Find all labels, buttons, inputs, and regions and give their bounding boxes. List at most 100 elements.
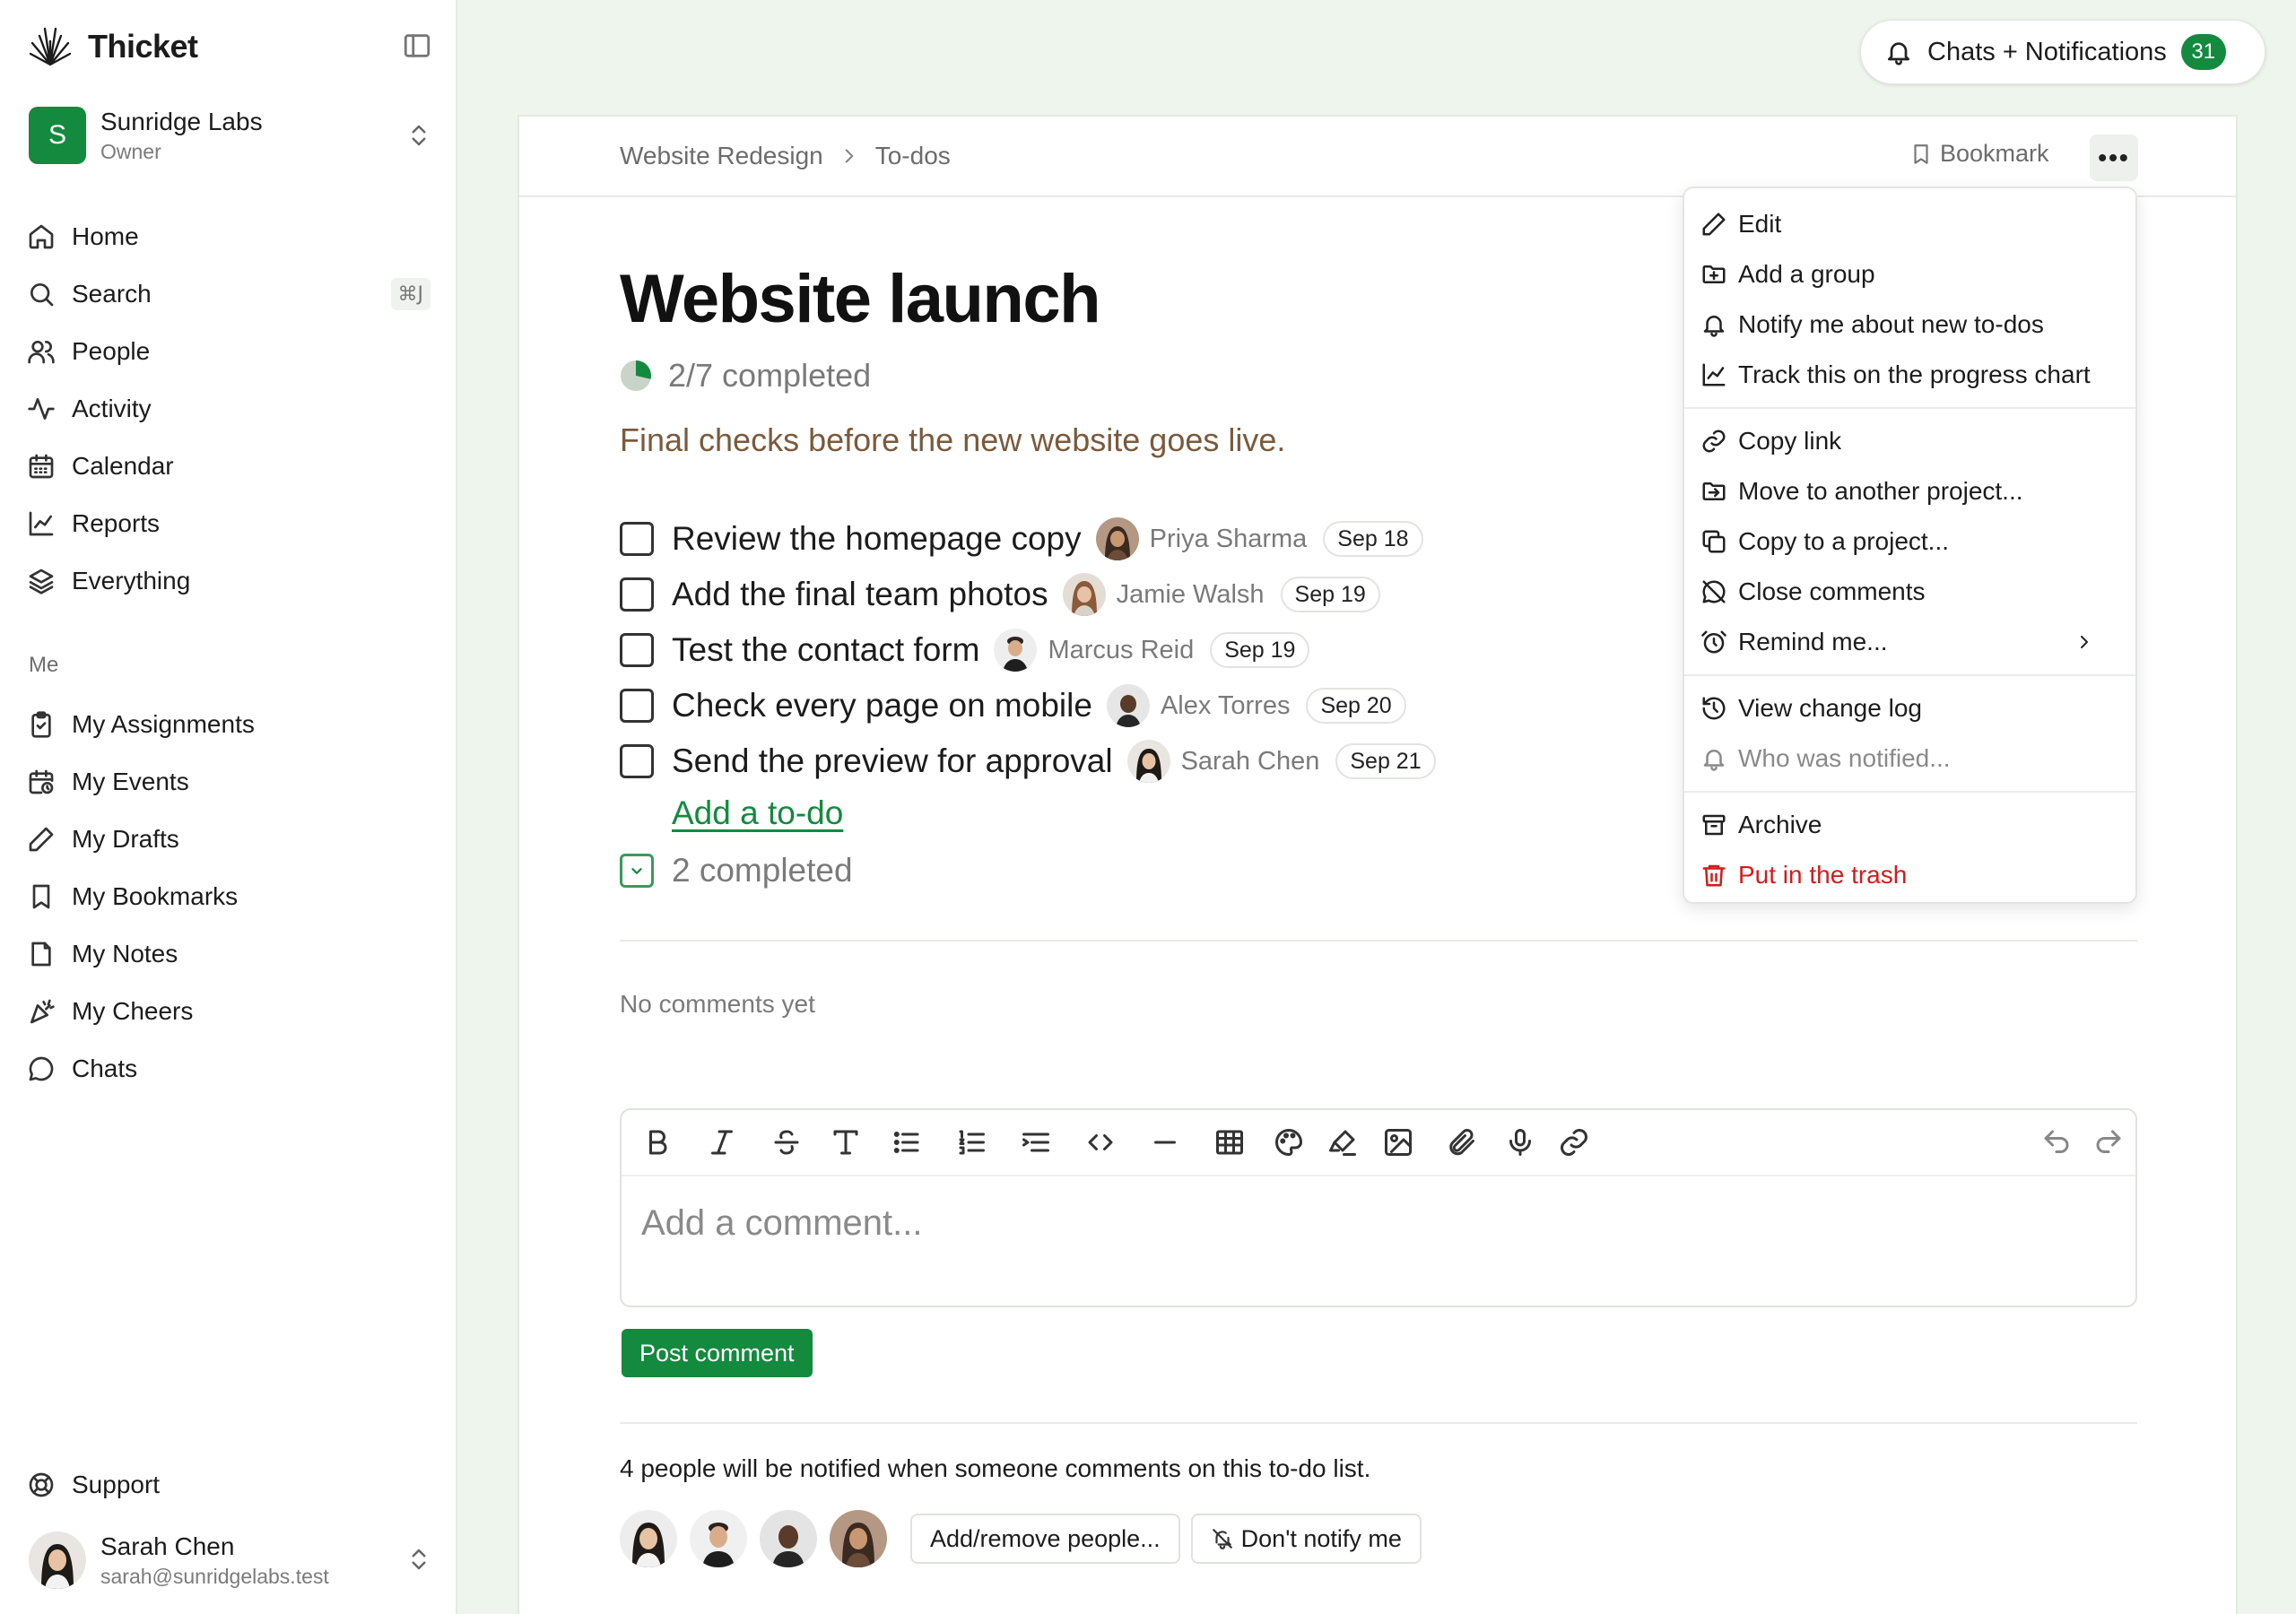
heading-icon[interactable] (830, 1126, 862, 1158)
menu-item-track-progress[interactable]: Track this on the progress chart (1700, 351, 2122, 398)
assignee-name[interactable]: Alex Torres (1161, 691, 1291, 721)
nav-item-activity[interactable]: Activity (27, 380, 430, 438)
numbered-list-icon[interactable] (955, 1126, 987, 1158)
paperclip-icon[interactable] (1445, 1126, 1477, 1158)
nav-item-people[interactable]: People (27, 323, 430, 380)
sidebar-toggle-icon[interactable] (402, 30, 432, 61)
breadcrumb-project-link[interactable]: Website Redesign (620, 142, 823, 170)
menu-item-change-log[interactable]: View change log (1700, 685, 2122, 732)
nav-item-my-assignments[interactable]: My Assignments (27, 696, 430, 753)
menu-label: Put in the trash (1738, 861, 1908, 889)
user-menu[interactable]: Sarah Chen sarah@sunridgelabs.test (29, 1524, 432, 1596)
org-switcher[interactable]: S Sunridge Labs Owner (29, 106, 432, 165)
nav-item-my-notes[interactable]: My Notes (27, 925, 430, 983)
due-date-badge[interactable]: Sep 20 (1306, 688, 1406, 724)
avatar (760, 1510, 817, 1567)
menu-label: Who was notified... (1738, 744, 1951, 772)
bullet-list-icon[interactable] (891, 1126, 923, 1158)
palette-icon[interactable] (1273, 1126, 1305, 1158)
due-date-badge[interactable]: Sep 19 (1210, 632, 1310, 668)
nav-item-my-drafts[interactable]: My Drafts (27, 811, 430, 868)
todo-text[interactable]: Check every page on mobile (672, 687, 1092, 725)
nav-label: Search (72, 280, 152, 308)
redo-icon[interactable] (2092, 1126, 2125, 1158)
todo-text[interactable]: Review the homepage copy (672, 520, 1082, 558)
highlighter-icon[interactable] (1326, 1126, 1359, 1158)
code-icon[interactable] (1084, 1126, 1117, 1158)
indent-icon[interactable] (1020, 1126, 1052, 1158)
comment-input[interactable]: Add a comment... (641, 1203, 922, 1244)
menu-item-move-project[interactable]: Move to another project... (1700, 468, 2122, 515)
chevron-up-down-icon (405, 120, 432, 151)
todo-text[interactable]: Test the contact form (672, 631, 979, 669)
nav-item-support[interactable]: Support (27, 1456, 160, 1514)
menu-item-who-notified[interactable]: Who was notified... (1700, 735, 2122, 782)
breadcrumb-section-link[interactable]: To-dos (875, 142, 951, 170)
menu-item-notify-new-todos[interactable]: Notify me about new to-dos (1700, 301, 2122, 348)
progress-text: 2/7 completed (668, 357, 872, 394)
menu-label: Notify me about new to-dos (1738, 310, 2044, 338)
menu-item-edit[interactable]: Edit (1700, 201, 2122, 247)
todo-checkbox[interactable] (620, 577, 654, 612)
post-comment-button[interactable]: Post comment (622, 1329, 813, 1377)
due-date-badge[interactable]: Sep 18 (1323, 521, 1423, 557)
nav-item-my-events[interactable]: My Events (27, 753, 430, 811)
link-icon[interactable] (1558, 1126, 1590, 1158)
image-icon[interactable] (1382, 1126, 1414, 1158)
bold-icon[interactable] (641, 1126, 674, 1158)
todo-checkbox[interactable] (620, 689, 654, 723)
chats-notifications-button[interactable]: Chats + Notifications 31 (1860, 20, 2266, 84)
add-remove-people-button[interactable]: Add/remove people... (910, 1514, 1180, 1564)
add-todo-link[interactable]: Add a to-do (672, 794, 843, 832)
menu-item-trash[interactable]: Put in the trash (1700, 852, 2122, 898)
nav-item-chats[interactable]: Chats (27, 1040, 430, 1098)
divider (620, 940, 2137, 941)
undo-icon[interactable] (2040, 1126, 2073, 1158)
todo-checkbox[interactable] (620, 744, 654, 778)
italic-icon[interactable] (706, 1126, 738, 1158)
strikethrough-icon[interactable] (770, 1126, 803, 1158)
nav-item-everything[interactable]: Everything (27, 552, 430, 610)
nav-label: Chats (72, 1054, 138, 1082)
todo-text[interactable]: Add the final team photos (672, 576, 1048, 613)
todo-checkbox[interactable] (620, 633, 654, 667)
folder-move-icon (1700, 478, 1727, 505)
assignee-name[interactable]: Priya Sharma (1150, 525, 1308, 554)
menu-item-archive[interactable]: Archive (1700, 802, 2122, 848)
nav-item-my-cheers[interactable]: My Cheers (27, 983, 430, 1040)
todo-checkbox[interactable] (620, 522, 654, 556)
nav-label: Home (72, 222, 139, 250)
todo-text[interactable]: Send the preview for approval (672, 742, 1113, 780)
menu-label: Copy link (1738, 427, 1842, 455)
menu-item-copy-to-project[interactable]: Copy to a project... (1700, 518, 2122, 565)
menu-item-add-group[interactable]: Add a group (1700, 251, 2122, 298)
assignee-name[interactable]: Jamie Walsh (1117, 580, 1265, 610)
menu-item-copy-link[interactable]: Copy link (1700, 418, 2122, 464)
completed-label: 2 completed (672, 852, 853, 889)
more-options-button[interactable]: ••• (2090, 134, 2138, 181)
history-icon (1700, 695, 1727, 722)
assignee-avatar (1106, 684, 1150, 727)
subscribers-text: 4 people will be notified when someone c… (620, 1454, 1371, 1482)
dont-notify-button[interactable]: Don't notify me (1190, 1514, 1422, 1564)
nav-item-home[interactable]: Home (27, 208, 430, 265)
bookmark-button[interactable]: Bookmark (1909, 140, 2049, 168)
nav-item-my-bookmarks[interactable]: My Bookmarks (27, 868, 430, 925)
nav-item-search[interactable]: Search ⌘J (27, 265, 430, 323)
brand[interactable]: Thicket (27, 22, 198, 72)
nav-item-calendar[interactable]: Calendar (27, 438, 430, 495)
due-date-badge[interactable]: Sep 19 (1280, 577, 1380, 612)
todo-item: Test the contact form Marcus Reid Sep 19 (620, 622, 1436, 678)
assignee-name[interactable]: Marcus Reid (1048, 636, 1194, 665)
assignee-name[interactable]: Sarah Chen (1181, 747, 1320, 777)
menu-item-remind-me[interactable]: Remind me... (1700, 619, 2122, 665)
nav-item-reports[interactable]: Reports (27, 495, 430, 552)
bookmark-icon (1909, 143, 1933, 166)
microphone-icon[interactable] (1504, 1126, 1536, 1158)
menu-item-close-comments[interactable]: Close comments (1700, 568, 2122, 615)
completed-toggle[interactable]: 2 completed (620, 852, 853, 889)
table-icon[interactable] (1213, 1126, 1246, 1158)
people-icon (27, 337, 56, 366)
due-date-badge[interactable]: Sep 21 (1335, 743, 1436, 779)
horizontal-rule-icon[interactable] (1149, 1126, 1181, 1158)
